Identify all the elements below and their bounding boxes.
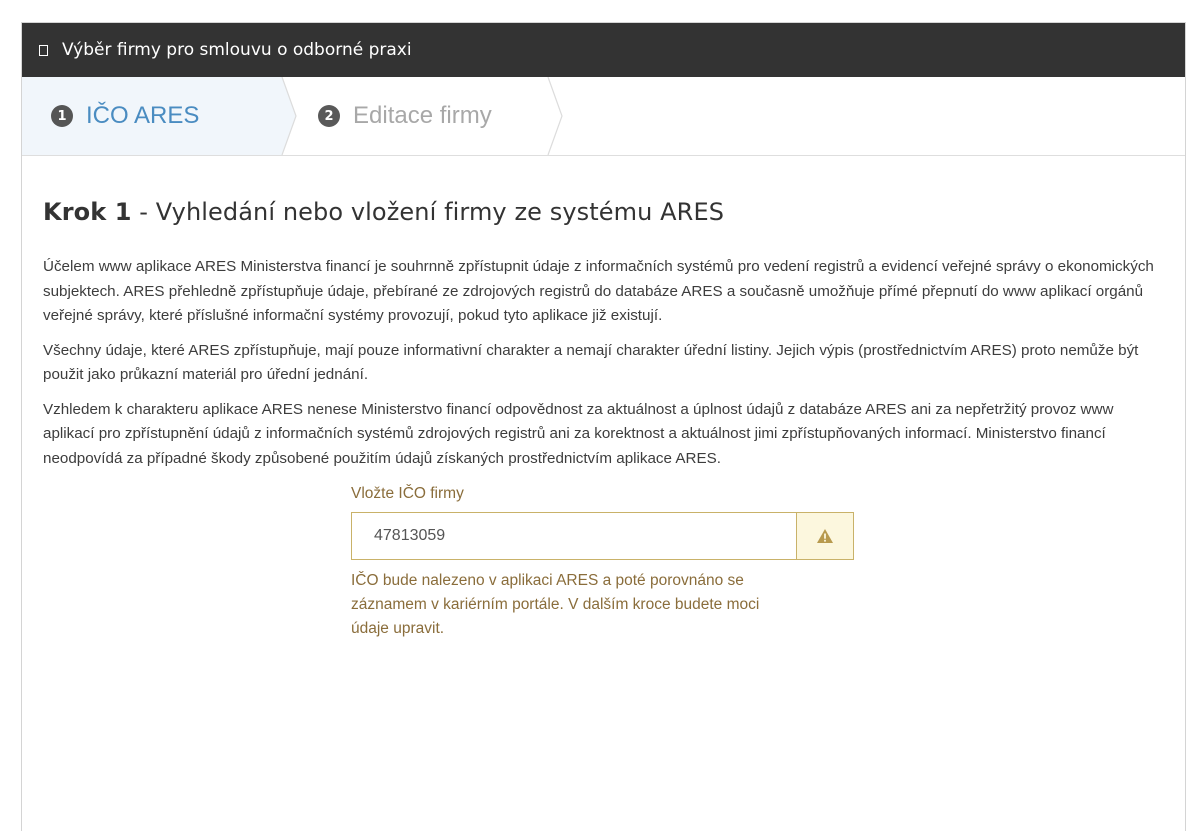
ico-field-label: Vložte IČO firmy — [351, 485, 464, 502]
ico-input[interactable] — [352, 513, 796, 559]
warning-icon — [796, 513, 853, 559]
wizard-step-ico-ares[interactable]: 1 IČO ARES — [22, 77, 282, 155]
window-icon — [39, 44, 48, 56]
info-paragraph: Vzhledem k charakteru aplikace ARES nene… — [43, 400, 1114, 467]
wizard-steps: 1 IČO ARES 2 Editace firmy — [22, 77, 1185, 156]
ico-help-text: IČO bude nalezeno v aplikaci ARES a poté… — [351, 572, 760, 637]
info-paragraph: Všechny údaje, které ARES zpřístupňuje, … — [43, 341, 1139, 384]
wizard-step-editace-firmy[interactable]: 2 Editace firmy — [282, 77, 562, 155]
window-titlebar: Výběr firmy pro smlouvu o odborné praxi — [22, 23, 1185, 77]
step-label: IČO ARES — [86, 102, 200, 129]
step-label: Editace firmy — [353, 102, 492, 129]
page-title: Krok 1 - Vyhledání nebo vložení firmy ze… — [43, 198, 1161, 226]
ico-input-group — [351, 512, 854, 560]
window-title: Výběr firmy pro smlouvu o odborné praxi — [62, 40, 412, 60]
modal-window: Výběr firmy pro smlouvu o odborné praxi … — [21, 22, 1186, 831]
step-number-badge: 2 — [318, 105, 340, 127]
ico-form-group: Vložte IČO firmy IČO bude nalezeno v apl… — [351, 485, 854, 641]
heading-step-label: Krok 1 — [43, 198, 132, 226]
info-paragraph: Účelem www aplikace ARES Ministerstva fi… — [43, 258, 1154, 324]
step-separator-chevron-icon — [547, 77, 563, 155]
heading-description: - Vyhledání nebo vložení firmy ze systém… — [131, 198, 725, 226]
step-number-badge: 1 — [51, 105, 73, 127]
step-content: Krok 1 - Vyhledání nebo vložení firmy ze… — [22, 156, 1185, 641]
